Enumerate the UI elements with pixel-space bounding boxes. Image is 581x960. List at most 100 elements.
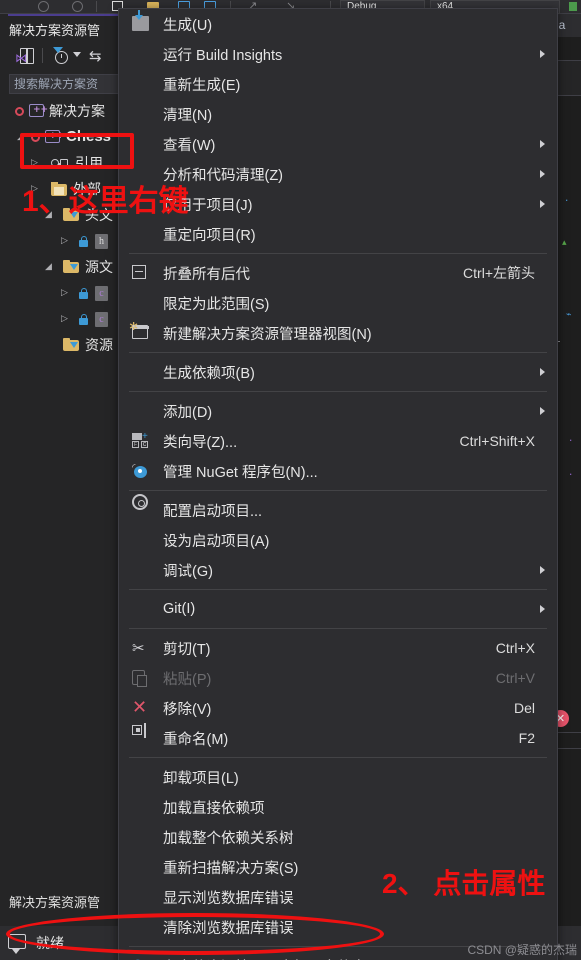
menu-item-label: 类向导(Z)... — [163, 434, 238, 451]
menu-item-configure-startup-projects[interactable]: 配置启动项目... — [119, 494, 557, 525]
menu-item-unload-project[interactable]: 卸载项目(L) — [119, 762, 557, 792]
menu-item-clear-browse-database-errors[interactable]: 清除浏览数据库错误 — [119, 912, 557, 942]
expander-icon[interactable]: ▷ — [61, 314, 68, 324]
solution-icon: ++ — [29, 104, 48, 117]
lock-icon — [79, 288, 88, 299]
status-text: 就绪 — [36, 935, 64, 951]
menu-item-manage-nuget-packages[interactable]: ◜ 管理 NuGet 程序包(N)... — [119, 456, 557, 486]
menu-item-label: 加载整个依赖关系树 — [163, 830, 294, 847]
menu-separator — [129, 352, 547, 353]
menu-item-label: 重新生成(E) — [163, 77, 241, 94]
menu-item-label: 剪切(T) — [163, 641, 211, 658]
folder-filter-icon — [63, 260, 79, 273]
search-input[interactable]: 搜索解决方案资 — [9, 74, 120, 94]
build-icon — [132, 10, 149, 31]
menu-icon-slot — [119, 129, 163, 159]
code-token-4: · — [568, 436, 574, 446]
solution-status-dot-icon — [15, 107, 24, 116]
menu-item-load-direct-dependencies[interactable]: 加载直接依赖项 — [119, 792, 557, 822]
tree-item-source-file-2[interactable]: ▷ c — [9, 307, 120, 333]
menu-item-label: 调试(G) — [163, 563, 213, 580]
menu-item-accel: Ctrl+V — [495, 670, 535, 686]
file-c-icon: c — [95, 286, 108, 301]
menu-icon-slot: ✕ — [119, 693, 163, 723]
menu-item-load-entire-dependency-tree[interactable]: 加载整个依赖关系树 — [119, 822, 557, 852]
menu-item-label: 清除浏览数据库错误 — [163, 920, 294, 937]
menu-item-label: 生成依赖项(B) — [163, 365, 255, 382]
chevron-down-icon[interactable] — [73, 52, 81, 57]
menu-item-git[interactable]: Git(I) — [119, 594, 557, 624]
expander-icon[interactable]: ◢ — [17, 132, 24, 142]
menu-icon-slot — [119, 912, 163, 942]
menu-separator — [129, 589, 547, 590]
menu-item-run-build-insights[interactable]: 运行 Build Insights — [119, 39, 557, 69]
toolbar-separator-1 — [96, 1, 97, 12]
home-view-icon[interactable]: ⋈ — [15, 48, 35, 65]
tree-item-chess-project[interactable]: ◢ ++ Chess — [9, 125, 120, 151]
tree-item-label: 解决方案 — [49, 103, 105, 119]
gear-icon — [132, 494, 148, 510]
tree-item-resource-files[interactable]: 资源 — [9, 333, 120, 359]
redo-icon[interactable] — [72, 1, 83, 12]
menu-separator — [129, 253, 547, 254]
solution-explorer-tab[interactable]: 解决方案资源管 — [0, 890, 120, 916]
expander-icon[interactable]: ▷ — [61, 288, 68, 298]
menu-item-label: 分析和代码清理(Z) — [163, 167, 284, 184]
menu-icon-slot — [119, 219, 163, 249]
pending-changes-icon[interactable] — [53, 47, 71, 65]
menu-icon-slot — [119, 594, 163, 624]
tree-item-source-files[interactable]: ◢ 源文 — [9, 255, 120, 281]
menu-item-label: 清理(N) — [163, 107, 213, 124]
menu-item-remove[interactable]: ✕ 移除(V) Del — [119, 693, 557, 723]
tree-item-solution[interactable]: ++ 解决方案 — [9, 99, 120, 125]
expander-icon[interactable]: ◢ — [45, 262, 52, 272]
menu-item-build-dependencies[interactable]: 生成依赖项(B) — [119, 357, 557, 387]
menu-item-scope-to-this[interactable]: 限定为此范围(S) — [119, 288, 557, 318]
menu-icon-slot — [119, 723, 163, 753]
menu-icon-slot: F C + — [119, 426, 163, 456]
remove-x-icon: ✕ — [132, 697, 148, 718]
menu-item-accel: Ctrl+左箭头 — [463, 265, 535, 281]
expander-icon[interactable]: ▷ — [31, 158, 38, 168]
project-context-menu: 生成(U) 运行 Build Insights 重新生成(E) 清理(N) 查看… — [118, 8, 558, 960]
tree-item-references[interactable]: ▷ 引用 — [9, 151, 120, 177]
menu-item-new-solution-explorer-view[interactable]: 新建解决方案资源管理器视图(N) — [119, 318, 557, 348]
tree-item-label: 源文 — [85, 259, 113, 275]
menu-item-label: 设为启动项目(A) — [163, 533, 270, 550]
class-wizard-icon: F C + — [132, 431, 148, 448]
menu-item-retarget-projects[interactable]: 重定向项目(R) — [119, 219, 557, 249]
submenu-arrow-icon — [540, 407, 545, 415]
menu-item-debug[interactable]: 调试(G) — [119, 555, 557, 585]
tree-item-source-file-1[interactable]: ▷ c — [9, 281, 120, 307]
menu-item-label: 粘贴(P) — [163, 671, 212, 688]
menu-item-accel: Del — [513, 700, 535, 716]
submenu-arrow-icon — [540, 605, 545, 613]
solution-tree: ++ 解决方案 ◢ ++ Chess ▷ 引用 ▷ 外部 ◢ 头文 ▷ h ◢ … — [9, 99, 120, 359]
menu-item-class-wizard[interactable]: F C + 类向导(Z)... Ctrl+Shift+X — [119, 426, 557, 456]
menu-item-build[interactable]: 生成(U) — [119, 9, 557, 39]
menu-icon-slot — [119, 357, 163, 387]
code-token-2: ▴ — [562, 238, 567, 248]
app-window: ↗ ↘ Debug x64 ga ⌄ ⌄ ⌄ · ▴ ⌁ · · ✕ — [0, 0, 581, 960]
menu-icon-slot — [119, 318, 163, 348]
menu-item-collapse-all-descendants[interactable]: 折叠所有后代 Ctrl+左箭头 — [119, 258, 557, 288]
menu-icon-slot — [119, 525, 163, 555]
run-indicator-icon — [569, 2, 577, 11]
menu-item-label: 仅用于项目(J) — [163, 197, 253, 214]
menu-icon-slot — [119, 852, 163, 882]
sync-with-active-document-icon[interactable]: ⇆ — [89, 48, 102, 65]
lock-icon — [79, 314, 88, 325]
menu-icon-slot: ◜ — [119, 456, 163, 486]
code-token-5: · — [568, 470, 574, 480]
annotation-step2-text: 2、 点击属性 — [382, 868, 546, 899]
menu-item-view[interactable]: 查看(W) — [119, 129, 557, 159]
menu-item-set-as-startup-project[interactable]: 设为启动项目(A) — [119, 525, 557, 555]
menu-item-clean[interactable]: 清理(N) — [119, 99, 557, 129]
undo-icon[interactable] — [38, 1, 49, 12]
menu-item-cut[interactable]: ✂ 剪切(T) Ctrl+X — [119, 633, 557, 663]
tree-item-header-file[interactable]: ▷ h — [9, 229, 120, 255]
expander-icon[interactable]: ▷ — [61, 236, 68, 246]
menu-item-rebuild[interactable]: 重新生成(E) — [119, 69, 557, 99]
menu-item-rename[interactable]: 重命名(M) F2 — [119, 723, 557, 753]
menu-item-add[interactable]: 添加(D) — [119, 396, 557, 426]
